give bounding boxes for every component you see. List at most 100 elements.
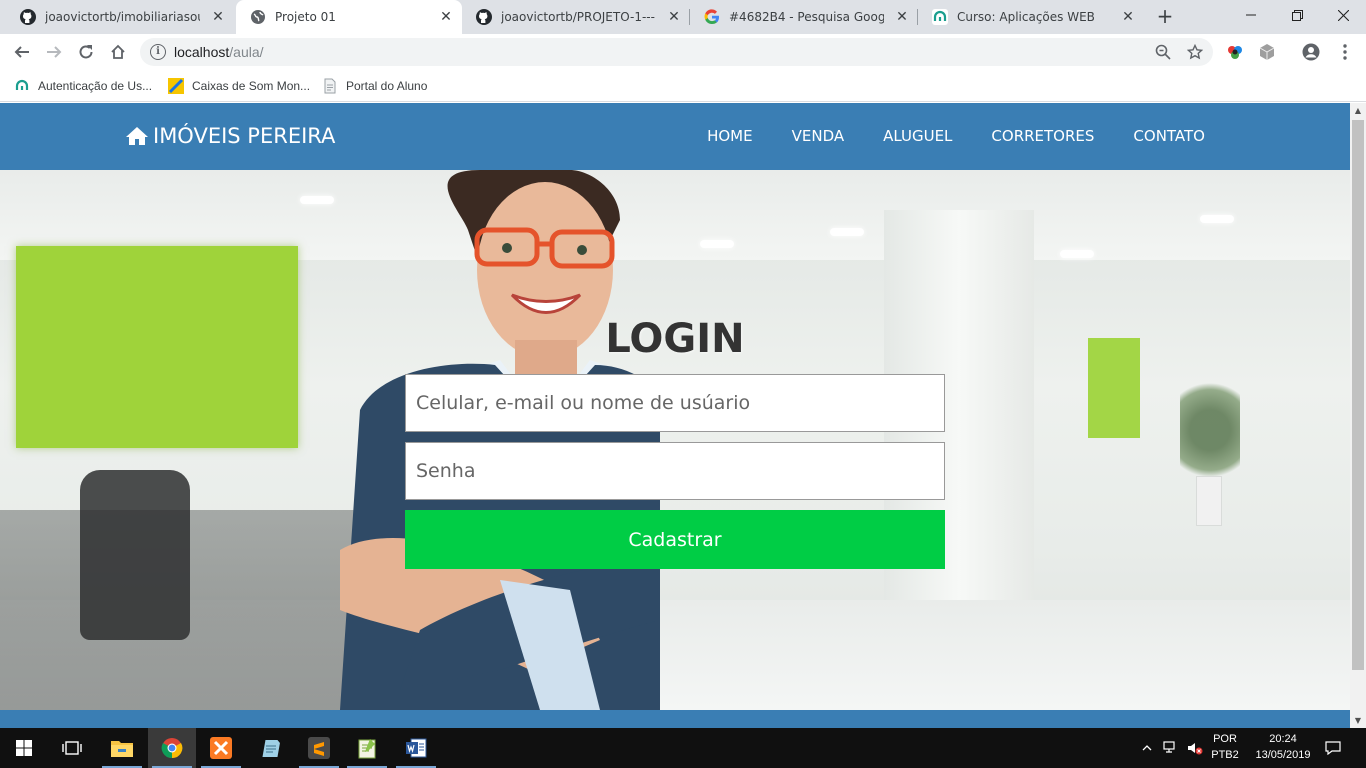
nav-venda[interactable]: VENDA (792, 127, 845, 145)
notepadpp-icon (358, 739, 376, 759)
nav-corretores[interactable]: CORRETORES (991, 127, 1094, 145)
globe-icon (250, 9, 266, 25)
notepadpp-taskbar-button[interactable] (343, 728, 391, 768)
google-icon (704, 9, 720, 25)
plant-pot (1196, 476, 1222, 526)
page-scrollbar[interactable]: ▲ ▼ (1350, 103, 1366, 729)
cadastrar-button[interactable]: Cadastrar (405, 510, 945, 569)
browser-tab[interactable]: joaovictortb/imobiliariasouza ✕ (6, 0, 234, 34)
clock-time: 20:24 (1269, 733, 1297, 745)
nav-home[interactable]: HOME (707, 127, 753, 145)
star-icon[interactable] (1186, 43, 1204, 61)
hero-section: LOGIN Cadastrar (0, 170, 1350, 710)
close-tab-icon[interactable]: ✕ (666, 9, 682, 25)
reload-icon (79, 45, 93, 59)
notepad-icon (262, 740, 280, 757)
info-icon[interactable]: i (150, 44, 166, 60)
back-button[interactable] (9, 39, 35, 65)
password-input[interactable] (405, 442, 945, 500)
close-tab-icon[interactable]: ✕ (894, 9, 910, 25)
account-icon[interactable] (1302, 43, 1320, 61)
address-bar[interactable]: i localhost/aula/ (140, 38, 1213, 66)
nav-contato[interactable]: CONTATO (1133, 127, 1205, 145)
nav-aluguel[interactable]: ALUGUEL (883, 127, 952, 145)
sublime-text-taskbar-button[interactable] (295, 728, 343, 768)
volume-muted-icon[interactable] (1184, 728, 1206, 768)
bookmark-item[interactable]: Portal do Aluno (322, 76, 427, 96)
task-view-icon (62, 741, 82, 755)
scroll-down-arrow-icon[interactable]: ▼ (1350, 713, 1366, 729)
browser-tab[interactable]: #4682B4 - Pesquisa Google ✕ (690, 0, 918, 34)
site-nav: HOME VENDA ALUGUEL CORRETORES CONTATO (668, 127, 1205, 145)
cube-extension-icon[interactable] (1258, 43, 1276, 61)
reload-button[interactable] (73, 39, 99, 65)
arrow-right-icon (47, 46, 62, 58)
bookmark-item[interactable]: Autenticação de Us... (14, 76, 152, 96)
bookmark-label: Autenticação de Us... (38, 79, 153, 93)
url-path: /aula/ (229, 44, 264, 60)
notepad-taskbar-button[interactable] (246, 728, 294, 768)
scroll-up-arrow-icon[interactable]: ▲ (1350, 103, 1366, 119)
arrow-left-icon (14, 46, 29, 58)
close-window-button[interactable] (1320, 0, 1366, 30)
bookmark-item[interactable]: Caixas de Som Mon... (168, 76, 310, 96)
tab-title: Curso: Aplicações WEB (957, 10, 1095, 24)
extension-icon[interactable] (1226, 43, 1244, 61)
xampp-icon (210, 737, 232, 759)
word-taskbar-button[interactable] (392, 728, 440, 768)
tab-title: joaovictortb/PROJETO-1---IM- (501, 10, 656, 24)
xampp-taskbar-button[interactable] (197, 728, 245, 768)
network-icon[interactable] (1160, 728, 1182, 768)
scroll-thumb[interactable] (1352, 120, 1364, 670)
bookmark-label: Caixas de Som Mon... (192, 79, 311, 93)
brand-name: IMÓVEIS PEREIRA (153, 124, 336, 148)
house-icon (126, 127, 148, 145)
browser-toolbar: i localhost/aula/ (0, 34, 1366, 70)
username-input[interactable] (405, 374, 945, 432)
browser-tab[interactable]: Curso: Aplicações WEB ✕ (918, 0, 1144, 34)
tab-title: joaovictortb/imobiliariasouza (45, 10, 200, 24)
browser-tab[interactable]: joaovictortb/PROJETO-1---IM- ✕ (462, 0, 690, 34)
file-explorer-taskbar-button[interactable] (98, 728, 146, 768)
close-tab-icon[interactable]: ✕ (438, 9, 454, 25)
browser-tab-active[interactable]: Projeto 01 ✕ (236, 0, 462, 34)
page-icon (322, 78, 338, 94)
site-header: IMÓVEIS PEREIRA HOME VENDA ALUGUEL CORRE… (0, 103, 1350, 170)
url-host: localhost (174, 44, 230, 60)
ceiling-light (1060, 250, 1094, 258)
new-tab-button[interactable]: + (1154, 5, 1176, 27)
action-center-button[interactable] (1318, 728, 1348, 768)
minimize-window-button[interactable] (1228, 0, 1274, 30)
ceiling-light (700, 240, 734, 248)
chrome-taskbar-button[interactable] (148, 728, 196, 768)
windows-start-button[interactable] (0, 728, 48, 768)
home-icon (111, 44, 125, 59)
bookmarks-bar: Autenticação de Us... Caixas de Som Mon.… (0, 70, 1366, 102)
taskbar-clock[interactable]: 20:24 13/05/2019 (1246, 731, 1320, 763)
ceiling-light (1200, 215, 1234, 223)
close-tab-icon[interactable]: ✕ (210, 9, 226, 25)
sublime-text-icon (308, 737, 330, 759)
task-view-button[interactable] (48, 728, 96, 768)
input-language-indicator[interactable]: POR PTB2 (1206, 731, 1244, 763)
bookmark-icon (168, 78, 184, 94)
office-chair (80, 470, 190, 640)
show-hidden-icons-icon[interactable] (1138, 728, 1156, 768)
login-form: Cadastrar (405, 374, 945, 569)
chrome-icon (161, 738, 183, 759)
home-button[interactable] (105, 39, 131, 65)
moodle-icon (932, 9, 948, 25)
url-text: localhost/aula/ (174, 44, 264, 60)
zoom-icon[interactable] (1154, 43, 1172, 61)
kebab-menu-icon[interactable] (1336, 43, 1354, 61)
restore-window-button[interactable] (1274, 0, 1320, 30)
close-tab-icon[interactable]: ✕ (1120, 9, 1136, 25)
moodle-icon (14, 78, 30, 94)
clock-date: 13/05/2019 (1255, 749, 1311, 761)
forward-button[interactable] (41, 39, 67, 65)
tab-title: #4682B4 - Pesquisa Google (729, 10, 884, 24)
notifications-icon (1325, 741, 1341, 755)
github-icon (476, 9, 492, 25)
site-brand[interactable]: IMÓVEIS PEREIRA (126, 124, 335, 148)
login-title: LOGIN (605, 316, 745, 362)
